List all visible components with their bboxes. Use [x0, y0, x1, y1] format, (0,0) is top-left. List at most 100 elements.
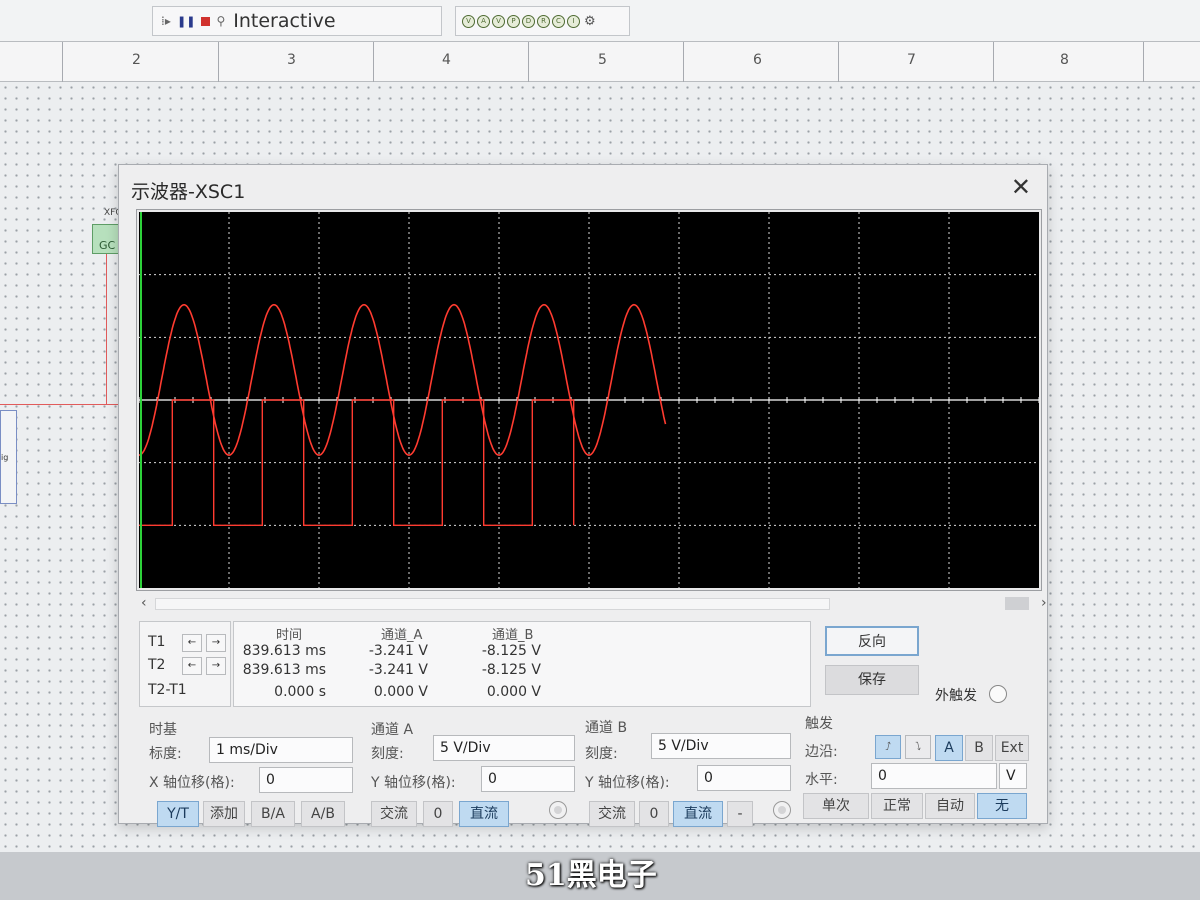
horizontal-scrollbar[interactable]: ‹ › [139, 595, 1047, 613]
scrollbar-track[interactable] [155, 598, 830, 610]
gc-label: GC [99, 239, 116, 252]
x-position-label: X 轴位移(格): [149, 775, 235, 791]
probe-icon[interactable]: I [567, 14, 580, 28]
diff-time: 0.000 s [274, 684, 326, 700]
timebase-scale-label: 标度: [149, 746, 182, 762]
channel-b-ypos-input[interactable]: 0 [697, 765, 791, 791]
trigger-normal-button[interactable]: 正常 [871, 793, 923, 819]
trigger-source-ext-button[interactable]: Ext [995, 735, 1029, 761]
grip-icon[interactable]: ⁞▸ [161, 14, 171, 28]
watermark: 51黑电子 [525, 858, 657, 893]
channel-a-zero-button[interactable]: 0 [423, 801, 453, 827]
trigger-level-input[interactable]: 0 [871, 763, 997, 789]
channel-a-dc-button[interactable]: 直流 [459, 801, 509, 827]
tool-icon[interactable]: ⚲ [216, 14, 225, 28]
ruler-label: 4 [442, 52, 451, 68]
probe-icon[interactable]: R [537, 14, 550, 28]
x-position-input[interactable]: 0 [259, 767, 353, 793]
ruler-divider [218, 42, 219, 82]
mode-add-button[interactable]: 添加 [203, 801, 245, 827]
channel-b-ypos-label: Y 轴位移(格): [585, 775, 670, 791]
diff-channel-b: 0.000 V [486, 684, 541, 700]
channel-b-indicator[interactable] [773, 801, 791, 819]
probe-icon[interactable]: P [507, 14, 520, 28]
t2-time: 839.613 ms [242, 662, 326, 678]
side-component-label: ig [1, 453, 9, 462]
probe-icon[interactable]: C [552, 14, 565, 28]
side-component[interactable]: ig [0, 410, 17, 504]
trigger-source-a-button[interactable]: A [935, 735, 963, 761]
ruler-label: 5 [598, 52, 607, 68]
pause-icon[interactable]: ❚❚ [177, 15, 195, 28]
t1-label: T1 [148, 634, 166, 650]
mode-ba-button[interactable]: B/A [251, 801, 295, 827]
stop-icon[interactable] [201, 16, 211, 26]
sheet-ruler: 2 3 4 5 6 7 8 [0, 42, 1200, 82]
oscilloscope-display [139, 212, 1039, 588]
wire[interactable] [106, 254, 107, 404]
t1-left-button[interactable]: ← [182, 634, 202, 652]
mode-yt-button[interactable]: Y/T [157, 801, 199, 827]
t1-right-button[interactable]: → [206, 634, 226, 652]
trigger-single-button[interactable]: 单次 [803, 793, 869, 819]
ruler-label: 2 [132, 52, 141, 68]
time-header: 时间 [276, 628, 303, 643]
ruler-label: 8 [1060, 52, 1069, 68]
t1-channel-a: -3.241 V [368, 643, 428, 659]
ruler-label: 7 [907, 52, 916, 68]
probe-icon[interactable]: A [477, 14, 490, 28]
scrollbar-thumb[interactable] [1005, 597, 1029, 610]
channel-a-title: 通道 A [371, 722, 414, 738]
channel-a-ac-button[interactable]: 交流 [371, 801, 417, 827]
probe-icon[interactable]: D [522, 14, 535, 28]
scroll-right-icon[interactable]: › [1041, 595, 1047, 611]
save-button[interactable]: 保存 [825, 665, 919, 695]
t2-right-button[interactable]: → [206, 657, 226, 675]
timebase-scale-input[interactable]: 1 ms/Div [209, 737, 353, 763]
scroll-left-icon[interactable]: ‹ [141, 595, 147, 611]
simulation-mode-label[interactable]: Interactive [233, 10, 335, 32]
wire[interactable] [0, 404, 124, 405]
t2-channel-a: -3.241 V [368, 662, 428, 678]
channel-b-scale-input[interactable]: 5 V/Div [651, 733, 791, 759]
ruler-divider [838, 42, 839, 82]
run-controls: ⁞▸ ❚❚ ⚲ Interactive [152, 6, 442, 36]
close-icon[interactable]: ✕ [1011, 173, 1031, 201]
probe-icon[interactable]: V [462, 14, 475, 28]
channel-b-title: 通道 B [585, 720, 628, 736]
trigger-level-unit[interactable]: V [999, 763, 1027, 789]
trigger-auto-button[interactable]: 自动 [925, 793, 975, 819]
falling-edge-icon[interactable]: ⭝ [905, 735, 931, 759]
channel-a-ypos-input[interactable]: 0 [481, 766, 575, 792]
oscilloscope-screen [136, 209, 1042, 591]
channel-a-scale-label: 刻度: [371, 746, 404, 762]
window-title: 示波器-XSC1 [131, 181, 246, 203]
trigger-none-button[interactable]: 无 [977, 793, 1027, 819]
external-trigger-radio[interactable] [989, 685, 1007, 703]
reverse-button[interactable]: 反向 [825, 626, 919, 656]
measurement-table: 时间 通道_A 通道_B 839.613 ms -3.241 V -8.125 … [233, 621, 811, 707]
t2-left-button[interactable]: ← [182, 657, 202, 675]
channel-b-zero-button[interactable]: 0 [639, 801, 669, 827]
ruler-divider [1143, 42, 1144, 82]
ruler-label: 6 [753, 52, 762, 68]
channel-a-ypos-label: Y 轴位移(格): [371, 775, 456, 791]
probe-icon[interactable]: V [492, 14, 505, 28]
cursor-controls: T1 ← → T2 ← → T2-T1 [139, 621, 231, 707]
channel-b-minus-button[interactable]: - [727, 801, 753, 827]
external-trigger-label: 外触发 [935, 688, 977, 704]
ruler-label: 3 [287, 52, 296, 68]
ruler-divider [993, 42, 994, 82]
trigger-level-label: 水平: [805, 772, 838, 788]
rising-edge-icon[interactable]: ⭜ [875, 735, 901, 759]
channel-b-header: 通道_B [492, 628, 534, 643]
trigger-source-b-button[interactable]: B [965, 735, 993, 761]
mode-ab-button[interactable]: A/B [301, 801, 345, 827]
channel-a-indicator[interactable] [549, 801, 567, 819]
ruler-divider [373, 42, 374, 82]
ruler-divider [62, 42, 63, 82]
channel-b-ac-button[interactable]: 交流 [589, 801, 635, 827]
gear-icon[interactable]: ⚙ [584, 14, 596, 29]
channel-b-dc-button[interactable]: 直流 [673, 801, 723, 827]
channel-a-scale-input[interactable]: 5 V/Div [433, 735, 575, 761]
